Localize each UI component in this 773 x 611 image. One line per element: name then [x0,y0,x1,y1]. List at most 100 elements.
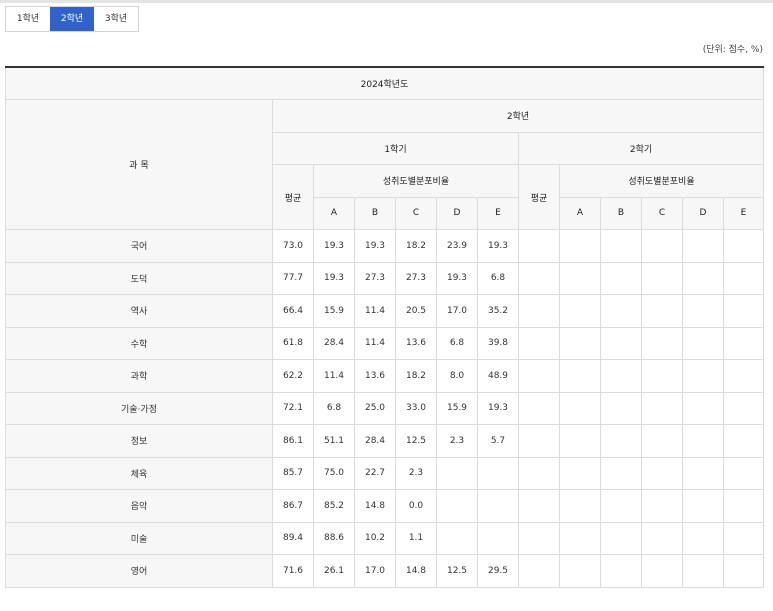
semester-1-ratio-cell: 12.5 [395,424,437,458]
subject-cell: 수학 [5,326,273,360]
semester-1-average-cell: 86.7 [272,489,314,523]
grade-letter-header: A [559,196,601,230]
semester-2-ratio-cell [682,424,724,458]
grade-letter-header: B [354,196,396,230]
semester-2-ratio-cell [641,554,683,588]
semester-2-ratio-cell [682,359,724,393]
semester-2-ratio-cell [682,229,724,263]
semester-2-ratio-cell [600,456,642,490]
semester-1-ratio-cell: 33.0 [395,391,437,425]
semester-1-ratio-cell [436,489,478,523]
semester-1-ratio-cell: 27.3 [354,261,396,295]
subject-cell: 정보 [5,424,273,458]
top-border-line [0,0,773,3]
semester-1-ratio-cell: 14.8 [354,489,396,523]
semester-2-average-header: 평균 [518,164,560,230]
table-row: 국어 73.0 19.3 19.3 18.2 23.9 19.3 [5,229,764,263]
table-row: 음악 86.7 85.2 14.8 0.0 [5,489,764,523]
semester-2-ratio-cell [641,521,683,555]
semester-1-ratio-cell: 85.2 [313,489,355,523]
semester-1-ratio-cell: 20.5 [395,294,437,328]
semester-1-ratio-cell: 13.6 [354,359,396,393]
semester-1-ratio-cell: 10.2 [354,521,396,555]
semester-2-ratio-cell [723,229,764,263]
semester-2-ratio-cell [723,326,764,360]
grade-letter-header: E [723,196,764,230]
semester-2-ratio-cell [559,456,601,490]
semester-2-average-cell [518,554,560,588]
semester-1-distribution-header: 성취도별분포비율 [313,164,519,198]
semester-2-ratio-cell [682,521,724,555]
grade-letter-header: D [682,196,724,230]
semester-2-ratio-cell [559,294,601,328]
tab-grade-2[interactable]: 2학년 [50,7,94,31]
table-row: 영어 71.6 26.1 17.0 14.8 12.5 29.5 [5,554,764,588]
semester-1-ratio-cell: 88.6 [313,521,355,555]
semester-1-average-cell: 66.4 [272,294,314,328]
table-row: 정보 86.1 51.1 28.4 12.5 2.3 5.7 [5,424,764,458]
semester-1-ratio-cell: 19.3 [313,261,355,295]
semester-2-ratio-cell [600,521,642,555]
semester-1-ratio-cell: 17.0 [436,294,478,328]
semester-2-ratio-cell [641,424,683,458]
semester-1-average-cell: 61.8 [272,326,314,360]
semester-1-ratio-cell: 75.0 [313,456,355,490]
semester-2-ratio-cell [641,294,683,328]
semester-2-ratio-cell [600,326,642,360]
table-body: 국어 73.0 19.3 19.3 18.2 23.9 19.3 도덕 77.7 19.3 27.3… [5,229,764,588]
subject-header: 과 목 [5,99,273,230]
semester-2-ratio-cell [723,359,764,393]
semester-1-ratio-cell: 15.9 [313,294,355,328]
semester-2-ratio-cell [559,326,601,360]
semester-1-ratio-cell: 2.3 [436,424,478,458]
semester-1-ratio-cell: 28.4 [313,326,355,360]
semester-1-ratio-cell: 23.9 [436,229,478,263]
semester-2-average-cell [518,456,560,490]
grade-letter-header: E [477,196,519,230]
semester-1-ratio-cell: 11.4 [354,326,396,360]
semester-2-ratio-cell [723,261,764,295]
table-row: 도덕 77.7 19.3 27.3 27.3 19.3 6.8 [5,261,764,295]
semester-1-ratio-cell [477,456,519,490]
semester-2-ratio-cell [723,456,764,490]
semester-2-ratio-cell [682,554,724,588]
semester-2-ratio-cell [682,326,724,360]
semester-2-average-cell [518,229,560,263]
semester-2-average-cell [518,261,560,295]
semester-1-ratio-cell [477,521,519,555]
semester-1-ratio-cell: 27.3 [395,261,437,295]
semester-2-ratio-cell [600,391,642,425]
semester-2-ratio-cell [682,294,724,328]
semester-1-ratio-cell: 39.8 [477,326,519,360]
semester-2-ratio-cell [641,261,683,295]
tab-grade-1[interactable]: 1학년 [6,7,50,31]
grade-letter-header: B [600,196,642,230]
semester-1-ratio-cell: 1.1 [395,521,437,555]
semester-1-average-cell: 71.6 [272,554,314,588]
semester-2-ratio-cell [600,261,642,295]
subject-cell: 영어 [5,554,273,588]
grade-header: 2학년 [272,99,764,133]
semester-1-ratio-cell: 51.1 [313,424,355,458]
semester-1-average-cell: 86.1 [272,424,314,458]
semester-2-ratio-cell [641,326,683,360]
grade-letter-header: D [436,196,478,230]
tab-grade-3[interactable]: 3학년 [94,7,138,31]
semester-2-ratio-cell [682,456,724,490]
semester-2-average-cell [518,359,560,393]
semester-1-ratio-cell: 15.9 [436,391,478,425]
semester-1-ratio-cell: 35.2 [477,294,519,328]
semester-2-ratio-cell [641,391,683,425]
semester-2-average-cell [518,521,560,555]
semester-1-ratio-cell: 19.3 [436,261,478,295]
semester-2-ratio-cell [559,391,601,425]
table-row: 과학 62.2 11.4 13.6 18.2 8.0 48.9 [5,359,764,393]
semester-2-ratio-cell [559,229,601,263]
semester-1-ratio-cell: 13.6 [395,326,437,360]
semester-2-average-cell [518,326,560,360]
semester-1-ratio-cell: 26.1 [313,554,355,588]
semester-2-average-cell [518,391,560,425]
semester-1-average-header: 평균 [272,164,314,230]
semester-1-ratio-cell: 8.0 [436,359,478,393]
semester-1-ratio-cell: 2.3 [395,456,437,490]
